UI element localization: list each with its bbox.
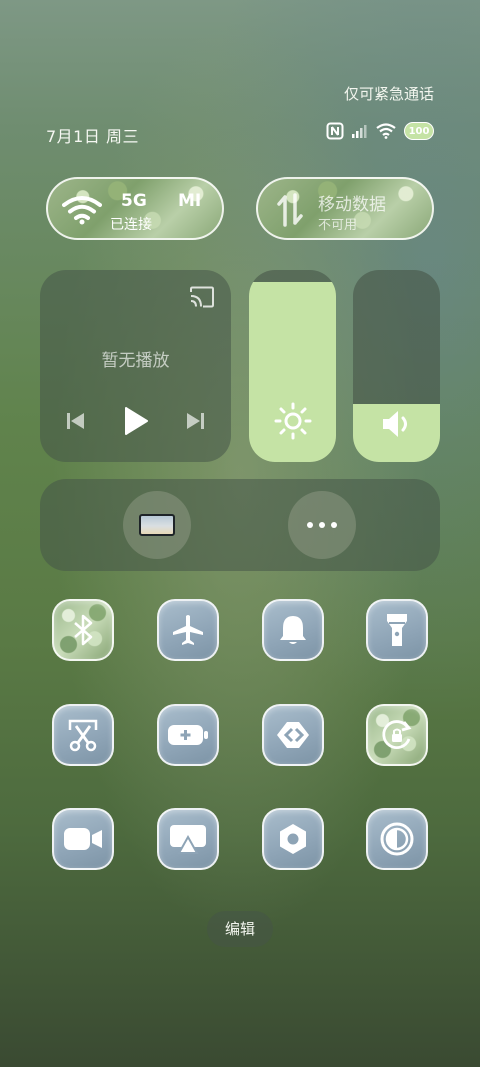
media-player-card[interactable]: 暂无播放	[40, 270, 231, 462]
wifi-band: 5G	[121, 191, 147, 211]
previous-icon[interactable]	[66, 411, 86, 431]
screen-cast-icon	[170, 825, 206, 854]
mobile-data-title: 移动数据	[318, 195, 386, 215]
airplane-icon	[173, 615, 203, 645]
cast-icon[interactable]	[189, 286, 215, 308]
contrast-icon	[380, 822, 414, 856]
link-arrow-icon	[277, 722, 309, 748]
battery-saver-toggle[interactable]	[157, 704, 219, 766]
play-icon[interactable]	[123, 406, 149, 436]
sun-icon	[274, 402, 311, 440]
more-button[interactable]	[288, 491, 356, 559]
rotation-lock-icon	[382, 720, 412, 749]
video-camera-icon	[64, 828, 102, 850]
signal-icon	[352, 125, 367, 138]
screen-cast-toggle[interactable]	[157, 808, 219, 870]
next-icon[interactable]	[185, 411, 205, 431]
volume-slider[interactable]	[353, 270, 440, 462]
brightness-slider[interactable]	[249, 270, 336, 462]
flashlight-icon	[387, 614, 407, 646]
more-icon	[307, 522, 337, 528]
screenshot-toggle[interactable]	[52, 704, 114, 766]
battery-level: 100	[408, 125, 430, 137]
edit-button[interactable]: 编辑	[207, 911, 273, 947]
nfc-icon	[326, 122, 344, 140]
shortcut-strip	[40, 479, 440, 571]
link-toggle[interactable]	[262, 704, 324, 766]
wifi-status: 已连接	[110, 217, 152, 233]
bluetooth-icon	[74, 614, 93, 646]
video-toggle[interactable]	[52, 808, 114, 870]
media-controls	[40, 406, 231, 436]
wifi-icon	[62, 196, 102, 225]
screen-thumbnail-button[interactable]	[123, 491, 191, 559]
ring-toggle[interactable]	[262, 599, 324, 661]
wifi-card[interactable]: 5G MI 已连接	[46, 177, 224, 240]
emergency-calls-only: 仅可紧急通话	[343, 85, 434, 103]
screen-thumbnail	[139, 514, 175, 536]
hexagon-settings-icon	[280, 824, 306, 854]
mobile-data-icon	[277, 193, 303, 227]
flashlight-toggle[interactable]	[366, 599, 428, 661]
speaker-icon	[382, 411, 407, 437]
mobile-data-status: 不可用	[318, 218, 358, 233]
wifi-icon	[376, 123, 396, 139]
battery-plus-icon	[168, 725, 208, 745]
date-label: 7月1日 周三	[46, 127, 139, 146]
dark-mode-toggle[interactable]	[366, 808, 428, 870]
status-icons: 100	[326, 122, 434, 140]
mobile-data-card[interactable]: 移动数据 不可用	[256, 177, 434, 240]
rotation-lock-toggle[interactable]	[366, 704, 428, 766]
no-playback-text: 暂无播放	[101, 351, 170, 371]
scissors-icon	[68, 719, 98, 752]
battery-icon: 100	[404, 122, 434, 140]
airplane-toggle[interactable]	[157, 599, 219, 661]
wifi-network-name: MI	[178, 191, 202, 211]
bluetooth-toggle[interactable]	[52, 599, 114, 661]
settings-toggle[interactable]	[262, 808, 324, 870]
bell-icon	[280, 616, 306, 644]
